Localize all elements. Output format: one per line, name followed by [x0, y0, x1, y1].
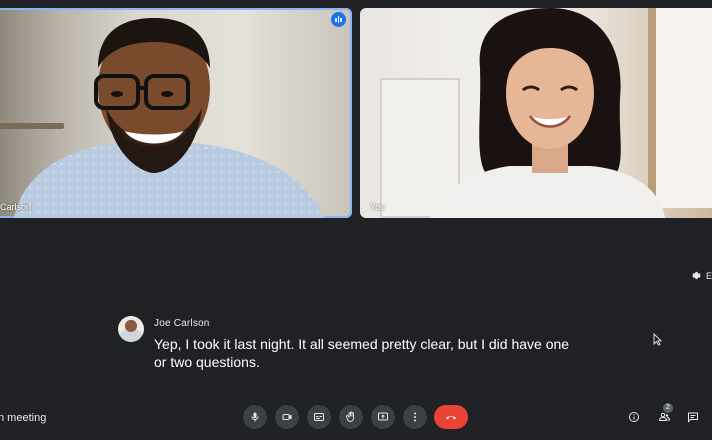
captions-icon	[314, 413, 324, 421]
end-call-icon	[446, 416, 456, 420]
effects-shortcut[interactable]: E	[691, 270, 712, 281]
participant-name-self: You	[370, 202, 386, 212]
caption-body: Joe Carlson Yep, I took it last night. I…	[154, 316, 594, 371]
camera-button[interactable]	[275, 405, 299, 429]
camera-icon	[282, 414, 291, 420]
video-tile-joe[interactable]: Carlson	[0, 8, 352, 218]
participant-name-joe: Carlson	[0, 202, 32, 212]
live-caption: Joe Carlson Yep, I took it last night. I…	[118, 316, 598, 371]
caption-text: Yep, I took it last night. It all seemed…	[154, 335, 594, 371]
present-button[interactable]	[371, 405, 395, 429]
leave-call-button[interactable]	[434, 405, 468, 429]
info-icon	[629, 412, 639, 422]
people-button[interactable]: 2	[657, 403, 673, 424]
present-screen-icon	[378, 412, 388, 421]
effects-label: E	[705, 270, 712, 281]
meeting-controls: 2	[0, 403, 712, 431]
chat-button[interactable]	[686, 410, 700, 424]
caption-line-2: or two questions.	[154, 354, 260, 370]
more-vert-icon	[414, 412, 416, 422]
captions-button[interactable]	[307, 405, 331, 429]
meeting-details-button[interactable]	[627, 410, 641, 424]
mouse-cursor-icon	[653, 333, 662, 346]
gear-icon	[692, 271, 701, 280]
raise-hand-button[interactable]	[339, 405, 363, 429]
participant-video-self	[430, 8, 665, 218]
caption-speaker-name: Joe Carlson	[154, 318, 210, 329]
video-tile-self[interactable]: You	[360, 8, 712, 218]
microphone-button[interactable]	[243, 405, 267, 429]
chat-icon	[688, 412, 698, 423]
caption-line-1: Yep, I took it last night. It all seemed…	[154, 336, 570, 352]
speaking-indicator-icon	[331, 12, 346, 27]
hand-icon	[346, 411, 354, 422]
more-options-button[interactable]	[403, 405, 427, 429]
avatar	[118, 316, 144, 342]
participants-count-badge: 2	[663, 403, 673, 413]
participant-video-joe	[14, 18, 324, 218]
microphone-icon	[251, 412, 259, 422]
